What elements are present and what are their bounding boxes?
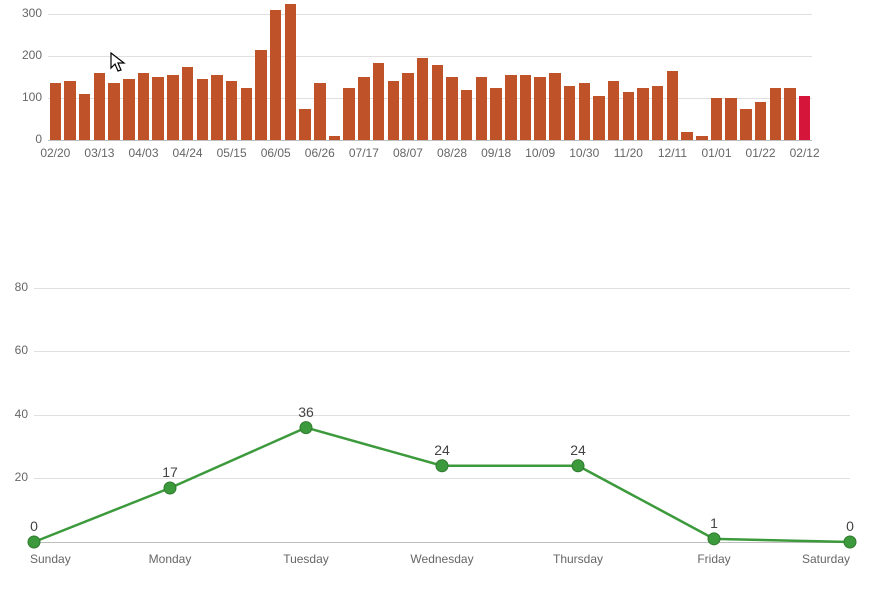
line-chart: 20 40 60 80 Sunday Monday Tuesday Wednesday Thu…	[0, 0, 882, 593]
line-point[interactable]	[572, 460, 584, 472]
line-point-label: 24	[570, 442, 586, 458]
line-chart-series	[0, 0, 882, 593]
line-point-label: 17	[162, 464, 178, 480]
line-point[interactable]	[708, 533, 720, 545]
line-y-tick: 20	[15, 470, 28, 484]
line-x-tick: Tuesday	[283, 552, 329, 566]
line-point-label: 0	[30, 518, 38, 534]
line-point-label: 0	[846, 518, 854, 534]
line-x-tick: Saturday	[802, 552, 850, 566]
line-point[interactable]	[436, 460, 448, 472]
line-point-label: 24	[434, 442, 450, 458]
line-point[interactable]	[844, 536, 856, 548]
line-y-tick: 80	[15, 280, 28, 294]
line-point[interactable]	[300, 422, 312, 434]
line-x-tick: Thursday	[553, 552, 603, 566]
line-point-label: 1	[710, 515, 718, 531]
line-point[interactable]	[28, 536, 40, 548]
line-point[interactable]	[164, 482, 176, 494]
line-x-tick: Sunday	[30, 552, 71, 566]
line-y-tick: 60	[15, 343, 28, 357]
line-point-label: 36	[298, 404, 314, 420]
line-x-tick: Friday	[697, 552, 730, 566]
line-y-tick: 40	[15, 407, 28, 421]
line-x-tick: Monday	[149, 552, 192, 566]
line-x-tick: Wednesday	[410, 552, 473, 566]
